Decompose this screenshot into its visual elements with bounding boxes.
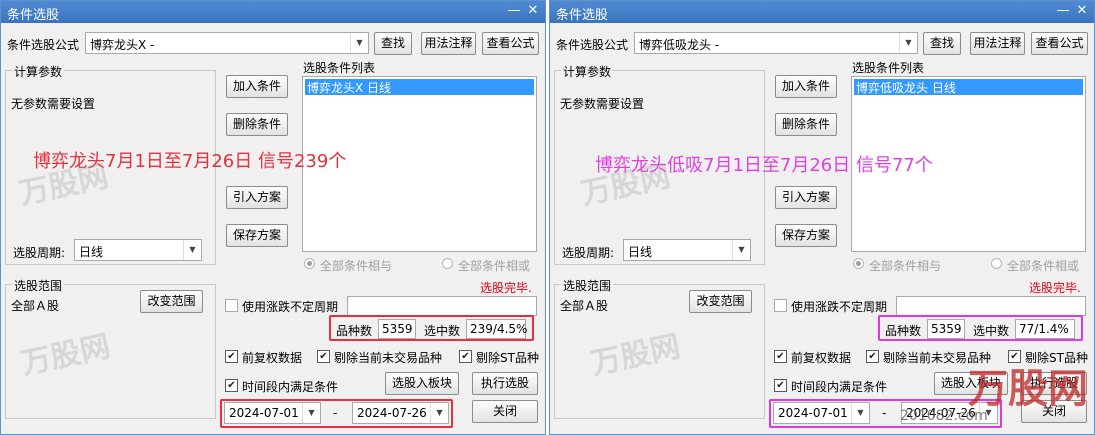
period-value: 日线 — [628, 245, 653, 259]
close-button[interactable]: 关闭 — [472, 400, 538, 423]
adjust-label: 前复权数据 — [242, 351, 303, 365]
params-group-title: 计算参数 — [12, 63, 65, 80]
irregular-period-field[interactable] — [896, 296, 1086, 316]
window-title: 条件选股 — [7, 8, 60, 23]
status-text: 选股完毕. — [1029, 281, 1081, 295]
find-button[interactable]: 查找 — [923, 32, 961, 55]
condition-list-title: 选股条件列表 — [852, 61, 925, 75]
radio-or-label: 全部条件相或 — [1007, 259, 1080, 273]
add-condition-button[interactable]: 加入条件 — [226, 75, 288, 98]
period-label: 选股周期: — [13, 246, 66, 260]
exclude-untraded-checkbox[interactable]: ✔ — [866, 350, 879, 363]
highlight-count — [878, 315, 1083, 341]
chevron-down-icon[interactable]: ▼ — [183, 240, 201, 260]
usage-notes-button[interactable]: 用法注释 — [970, 32, 1025, 55]
import-scheme-button[interactable]: 引入方案 — [775, 186, 837, 209]
period-label: 选股周期: — [562, 246, 615, 260]
exclude-st-label: 剔除ST品种 — [476, 351, 539, 365]
save-scheme-button[interactable]: 保存方案 — [775, 224, 837, 247]
radio-and-label: 全部条件相与 — [320, 259, 393, 273]
range-group-title: 选股范围 — [561, 277, 614, 294]
adjust-label: 前复权数据 — [791, 351, 852, 365]
period-select[interactable]: 日线 ▼ — [623, 239, 751, 261]
formula-label: 条件选股公式 — [7, 38, 80, 52]
usage-notes-button[interactable]: 用法注释 — [421, 32, 476, 55]
radio-or[interactable] — [991, 258, 1002, 269]
irregular-period-field[interactable] — [347, 296, 537, 316]
view-formula-button[interactable]: 查看公式 — [482, 32, 539, 55]
title-bar[interactable]: 条件选股 — ✕ — [550, 1, 1094, 23]
params-text: 无参数需要设置 — [11, 97, 96, 111]
minimize-icon[interactable]: — — [505, 3, 523, 19]
radio-and-label: 全部条件相与 — [869, 259, 942, 273]
irregular-period-checkbox[interactable] — [225, 299, 238, 312]
radio-or-label: 全部条件相或 — [458, 259, 531, 273]
delete-condition-button[interactable]: 删除条件 — [775, 113, 837, 136]
add-condition-button[interactable]: 加入条件 — [775, 75, 837, 98]
radio-or[interactable] — [442, 258, 453, 269]
formula-select[interactable]: 博弈低吸龙头 - ▼ — [634, 32, 918, 54]
period-condition-checkbox[interactable]: ✔ — [225, 379, 238, 392]
watermark-site: 201082.com — [900, 408, 988, 424]
window-title: 条件选股 — [556, 8, 609, 23]
to-block-button[interactable]: 选股入板块 — [385, 372, 459, 395]
irregular-period-checkbox[interactable] — [774, 299, 787, 312]
highlight-count — [329, 315, 534, 341]
change-range-button[interactable]: 改变范围 — [689, 290, 752, 313]
list-item[interactable]: 博弈低吸龙头 日线 — [854, 79, 1083, 95]
period-condition-label: 时间段内满足条件 — [791, 380, 888, 394]
save-scheme-button[interactable]: 保存方案 — [226, 224, 288, 247]
radio-and[interactable] — [853, 258, 864, 269]
formula-select[interactable]: 博弈龙头X - ▼ — [85, 32, 369, 54]
highlight-dates — [220, 399, 453, 428]
run-selection-button[interactable]: 执行选股 — [472, 372, 538, 395]
chevron-down-icon[interactable]: ▼ — [899, 33, 917, 53]
period-select[interactable]: 日线 ▼ — [74, 239, 202, 261]
adjust-checkbox[interactable]: ✔ — [774, 350, 787, 363]
range-group-title: 选股范围 — [12, 277, 65, 294]
status-text: 选股完毕. — [480, 281, 532, 295]
range-value: 全部Ａ股 — [11, 299, 60, 313]
title-bar[interactable]: 条件选股 — ✕ — [1, 1, 545, 23]
minimize-icon[interactable]: — — [1054, 3, 1072, 19]
list-item[interactable]: 博弈龙头X 日线 — [305, 79, 534, 95]
delete-condition-button[interactable]: 删除条件 — [226, 113, 288, 136]
range-value: 全部Ａ股 — [560, 299, 609, 313]
exclude-st-checkbox[interactable]: ✔ — [459, 350, 472, 363]
change-range-button[interactable]: 改变范围 — [140, 290, 203, 313]
formula-value: 博弈龙头X - — [90, 38, 155, 52]
chevron-down-icon[interactable]: ▼ — [732, 240, 750, 260]
formula-label: 条件选股公式 — [556, 38, 629, 52]
watermark-brand: 万股网 — [968, 366, 1088, 412]
period-condition-label: 时间段内满足条件 — [242, 380, 339, 394]
close-icon[interactable]: ✕ — [1073, 3, 1091, 19]
radio-and[interactable] — [304, 258, 315, 269]
view-formula-button[interactable]: 查看公式 — [1031, 32, 1088, 55]
find-button[interactable]: 查找 — [374, 32, 412, 55]
adjust-checkbox[interactable]: ✔ — [225, 350, 238, 363]
import-scheme-button[interactable]: 引入方案 — [226, 186, 288, 209]
close-icon[interactable]: ✕ — [524, 3, 542, 19]
params-group-title: 计算参数 — [561, 63, 614, 80]
irregular-period-label: 使用涨跌不定周期 — [242, 300, 339, 314]
irregular-period-label: 使用涨跌不定周期 — [791, 300, 888, 314]
exclude-untraded-checkbox[interactable]: ✔ — [317, 350, 330, 363]
condition-list-title: 选股条件列表 — [303, 61, 376, 75]
exclude-untraded-label: 剔除当前未交易品种 — [334, 351, 443, 365]
period-condition-checkbox[interactable]: ✔ — [774, 379, 787, 392]
formula-value: 博弈低吸龙头 - — [639, 38, 720, 52]
chevron-down-icon[interactable]: ▼ — [350, 33, 368, 53]
params-text: 无参数需要设置 — [560, 97, 645, 111]
period-value: 日线 — [79, 245, 104, 259]
